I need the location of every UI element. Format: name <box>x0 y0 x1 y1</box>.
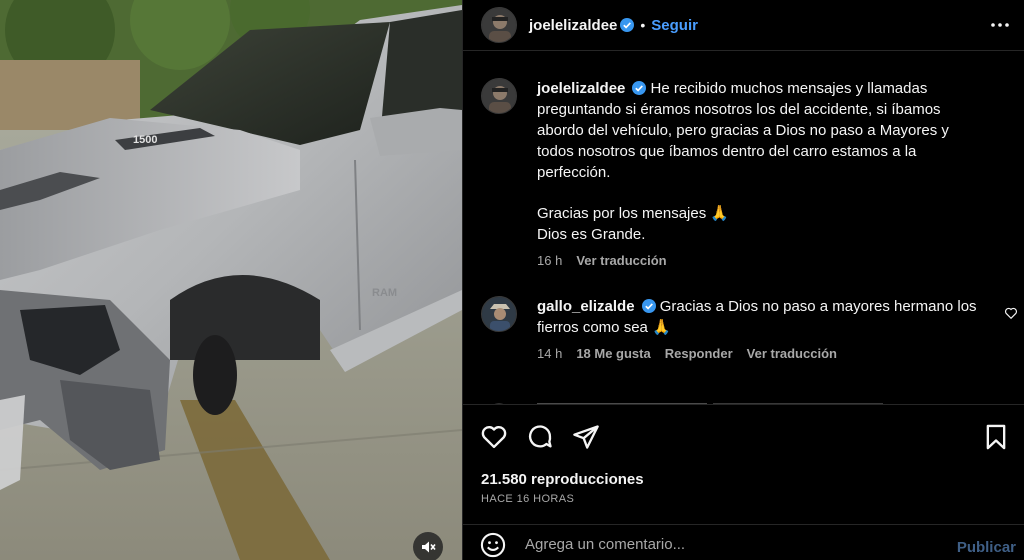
comments-section[interactable]: joelelizaldee He recibido muchos mensaje… <box>463 52 1024 404</box>
post-header: joelelizaldee • Seguir <box>463 0 1024 51</box>
comment-composer: Publicar <box>463 524 1024 560</box>
comment-meta: 14 h 18 Me gusta Responder Ver traducció… <box>537 346 982 361</box>
hood-badge: 1500 <box>133 134 157 146</box>
caption-comment: joelelizaldee He recibido muchos mensaje… <box>481 78 982 268</box>
broken-wheel <box>193 335 237 415</box>
heart-icon[interactable] <box>480 423 508 451</box>
commenter-username[interactable]: gallo_elizalde <box>537 298 635 315</box>
comment-likes[interactable]: 18 Me gusta <box>576 346 650 361</box>
video-frame-illustration: 1500 RAM <box>0 0 462 560</box>
post-video[interactable]: 1500 RAM <box>0 0 462 560</box>
view-count[interactable]: 21.580 reproducciones <box>481 471 644 488</box>
reply-button[interactable]: Responder <box>665 346 733 361</box>
verified-badge-icon <box>641 299 656 313</box>
caption-time: 16 h <box>537 253 563 268</box>
verified-badge-icon <box>620 18 635 32</box>
caption-translate-link[interactable]: Ver traducción <box>576 253 666 268</box>
caption-text: joelelizaldee He recibido muchos mensaje… <box>537 78 982 245</box>
comment-icon[interactable] <box>526 423 554 451</box>
caption-closing: Dios es Grande. <box>537 226 646 243</box>
post-side-panel: joelelizaldee • Seguir joelelizaldee He … <box>462 0 1024 560</box>
mute-icon <box>422 541 436 553</box>
post-timestamp: HACE 16 HORAS <box>481 493 575 505</box>
caption-avatar[interactable] <box>481 78 517 114</box>
bookmark-icon[interactable] <box>982 423 1010 451</box>
comment-item: gallo_elizalde Gracias a Dios no paso a … <box>481 296 982 361</box>
more-options-icon[interactable] <box>988 13 1012 37</box>
caption-username[interactable]: joelelizaldee <box>537 80 625 97</box>
instagram-post-modal: 1500 RAM joelelizaldee • Seguir joeleliz… <box>0 0 1024 560</box>
follow-button[interactable]: Seguir <box>651 17 698 34</box>
caption-thanks: Gracias por los mensajes 🙏 <box>537 205 730 222</box>
comment-translate-link[interactable]: Ver traducción <box>747 346 837 361</box>
author-avatar[interactable] <box>481 7 517 43</box>
mute-button[interactable] <box>413 532 443 560</box>
comment-time: 14 h <box>537 346 563 361</box>
comment-like-heart-icon[interactable] <box>1004 306 1018 320</box>
door-badge: RAM <box>372 287 397 299</box>
caption-meta: 16 h Ver traducción <box>537 253 982 268</box>
emoji-icon[interactable] <box>479 531 507 559</box>
action-icons <box>480 423 600 451</box>
author-username[interactable]: joelelizaldee <box>529 17 617 34</box>
publish-button[interactable]: Publicar <box>957 539 1016 556</box>
comment-text: gallo_elizalde Gracias a Dios no paso a … <box>537 296 982 338</box>
comment-input[interactable] <box>525 536 915 553</box>
share-icon[interactable] <box>572 423 600 451</box>
verified-badge-icon <box>632 81 647 95</box>
commenter-avatar[interactable] <box>481 296 517 332</box>
separator-dot: • <box>640 17 646 33</box>
